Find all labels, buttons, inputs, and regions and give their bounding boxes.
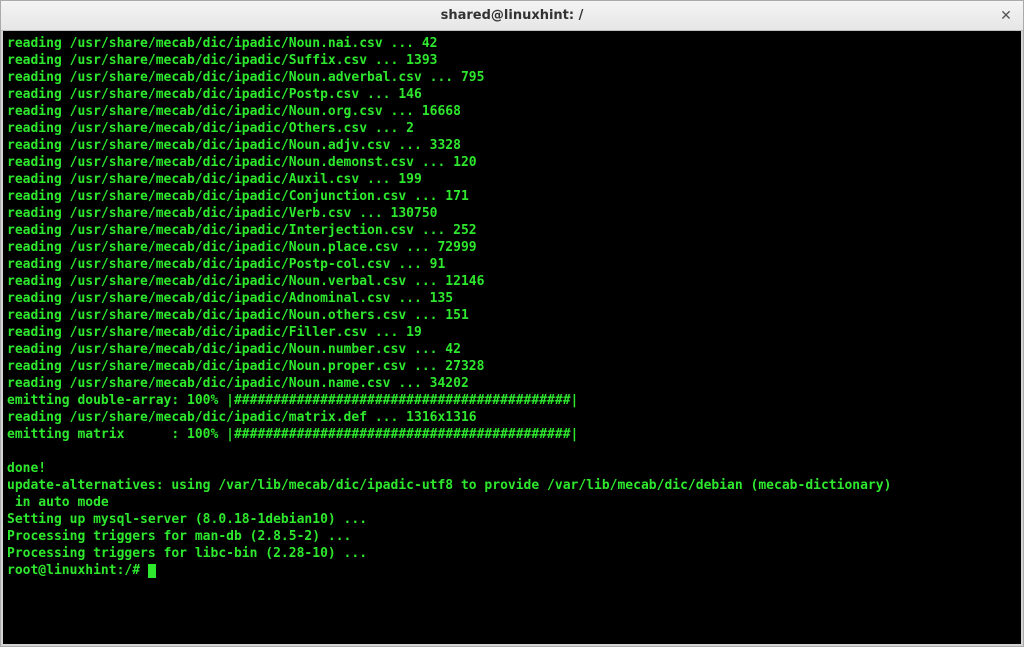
terminal-line: reading /usr/share/mecab/dic/ipadic/Othe…	[7, 120, 1017, 137]
terminal-line: update-alternatives: using /var/lib/meca…	[7, 477, 1017, 494]
terminal-line: reading /usr/share/mecab/dic/ipadic/Auxi…	[7, 171, 1017, 188]
terminal-line: reading /usr/share/mecab/dic/ipadic/Post…	[7, 86, 1017, 103]
terminal-window: shared@linuxhint: / ✕ reading /usr/share…	[0, 0, 1024, 647]
terminal-line: done!	[7, 460, 1017, 477]
cursor-icon	[148, 564, 156, 578]
terminal-prompt-line: root@linuxhint:/#	[7, 562, 1017, 579]
terminal-line: in auto mode	[7, 494, 1017, 511]
terminal-line: reading /usr/share/mecab/dic/ipadic/Noun…	[7, 239, 1017, 256]
close-icon[interactable]: ✕	[997, 7, 1015, 25]
terminal-line: reading /usr/share/mecab/dic/ipadic/Noun…	[7, 358, 1017, 375]
terminal-prompt: root@linuxhint:/#	[7, 563, 140, 578]
terminal-line: reading /usr/share/mecab/dic/ipadic/Noun…	[7, 273, 1017, 290]
terminal-line: reading /usr/share/mecab/dic/ipadic/Suff…	[7, 52, 1017, 69]
terminal-line: reading /usr/share/mecab/dic/ipadic/Noun…	[7, 154, 1017, 171]
terminal-line: emitting matrix : 100% |################…	[7, 426, 1017, 443]
terminal-line: reading /usr/share/mecab/dic/ipadic/Noun…	[7, 103, 1017, 120]
terminal-line: reading /usr/share/mecab/dic/ipadic/Noun…	[7, 137, 1017, 154]
terminal-line: reading /usr/share/mecab/dic/ipadic/Verb…	[7, 205, 1017, 222]
terminal-output: reading /usr/share/mecab/dic/ipadic/Noun…	[7, 35, 1017, 562]
terminal-line: emitting double-array: 100% |###########…	[7, 392, 1017, 409]
terminal-line: reading /usr/share/mecab/dic/ipadic/Noun…	[7, 307, 1017, 324]
terminal-line: reading /usr/share/mecab/dic/ipadic/Post…	[7, 256, 1017, 273]
terminal-line: reading /usr/share/mecab/dic/ipadic/Adno…	[7, 290, 1017, 307]
terminal-line: Processing triggers for libc-bin (2.28-1…	[7, 545, 1017, 562]
titlebar[interactable]: shared@linuxhint: / ✕	[1, 1, 1023, 31]
terminal-line: reading /usr/share/mecab/dic/ipadic/Conj…	[7, 188, 1017, 205]
terminal-line: reading /usr/share/mecab/dic/ipadic/matr…	[7, 409, 1017, 426]
terminal-line: reading /usr/share/mecab/dic/ipadic/Noun…	[7, 69, 1017, 86]
terminal-line: reading /usr/share/mecab/dic/ipadic/Inte…	[7, 222, 1017, 239]
terminal-line: Setting up mysql-server (8.0.18-1debian1…	[7, 511, 1017, 528]
terminal-line: reading /usr/share/mecab/dic/ipadic/Noun…	[7, 375, 1017, 392]
terminal-area[interactable]: reading /usr/share/mecab/dic/ipadic/Noun…	[1, 31, 1023, 646]
window-title: shared@linuxhint: /	[441, 8, 584, 23]
terminal-line: reading /usr/share/mecab/dic/ipadic/Noun…	[7, 35, 1017, 52]
terminal-line: reading /usr/share/mecab/dic/ipadic/Noun…	[7, 341, 1017, 358]
terminal-line	[7, 443, 1017, 460]
terminal-line: reading /usr/share/mecab/dic/ipadic/Fill…	[7, 324, 1017, 341]
terminal-line: Processing triggers for man-db (2.8.5-2)…	[7, 528, 1017, 545]
